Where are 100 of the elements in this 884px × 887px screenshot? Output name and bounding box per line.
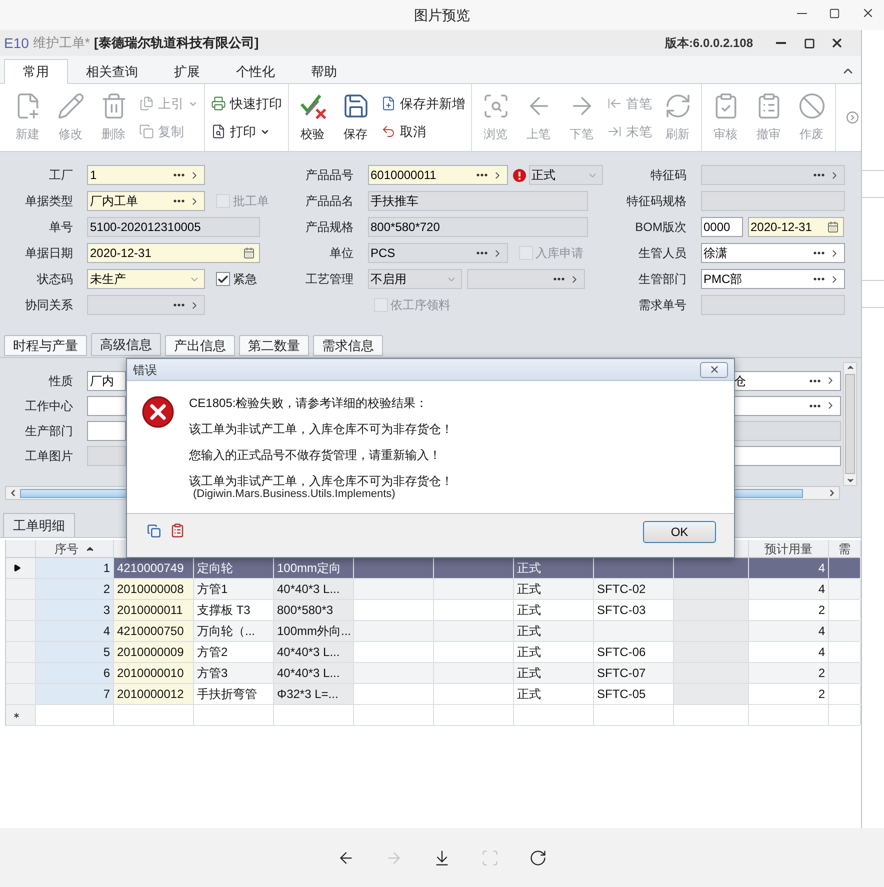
table-cell-text: 40*40*3 L... <box>277 665 340 682</box>
checkbox[interactable] <box>216 272 230 286</box>
lookup-field[interactable]: 徐潇 <box>700 243 844 263</box>
table-row[interactable]: 3 2010000011 支撑板 T3 800*580*3 正式 SFTC-03 2 <box>6 600 860 621</box>
grid-tab[interactable]: 工单明细 <box>3 513 75 537</box>
ok-button[interactable]: OK <box>643 520 716 542</box>
scroll-right-icon[interactable] <box>846 111 859 124</box>
table-cell-text: 4 <box>818 644 825 661</box>
table-cell-text: 7 <box>103 686 110 703</box>
table-cell-text: 3 <box>103 602 110 619</box>
scroll-up-icon[interactable] <box>846 363 854 372</box>
ribbon-tab[interactable]: 个性化 <box>218 59 293 84</box>
file-plus-icon <box>381 96 396 111</box>
lookup-field[interactable]: 厂内工单 <box>87 191 205 211</box>
lookup-field[interactable]: 1 <box>87 165 205 185</box>
error-summary: CE1805:检验失败，请参考详细的校验结果： <box>189 395 429 412</box>
column-header[interactable]: 预计用量 <box>749 540 829 557</box>
toolbar-button[interactable]: 取消 <box>381 122 465 142</box>
date-field[interactable]: 2020-12-31 <box>87 243 260 263</box>
ribbon-tab[interactable]: 常用 <box>4 59 68 84</box>
text-field[interactable]: 厂内 <box>87 370 126 390</box>
table-cell-text: SFTC-03 <box>597 602 646 619</box>
error-icon <box>142 396 174 428</box>
check-cross-icon <box>298 92 326 120</box>
field-value: 手扶推车 <box>370 193 420 210</box>
scroll-down-icon[interactable] <box>846 476 854 485</box>
toolbar-button[interactable]: 快速打印 <box>211 94 282 114</box>
table-cell-text: 6 <box>103 665 110 682</box>
date-field[interactable]: 2020-12-31 <box>748 217 844 237</box>
close-icon <box>830 36 844 50</box>
table-cell-text: 正式 <box>517 686 541 703</box>
field-label: 协同关系 <box>25 297 73 314</box>
sub-tab[interactable]: 产出信息 <box>165 335 235 356</box>
field-value: 未生产 <box>90 271 127 288</box>
table-cell-text: Φ32*3 L=... <box>277 686 338 703</box>
field-value: 0000 <box>704 219 732 236</box>
toolbar-button[interactable]: 校验 <box>291 84 334 151</box>
toolbar-button[interactable]: 保存并新增 <box>381 94 465 114</box>
text-field[interactable]: 0000 <box>700 217 742 237</box>
checkbox-label: 批工单 <box>233 193 269 210</box>
table-cell-text: 1 <box>103 560 110 577</box>
table-cell-text: 定向轮 <box>197 560 233 577</box>
ellipsis-icon[interactable] <box>173 199 185 203</box>
text-field[interactable] <box>87 420 126 440</box>
text-field[interactable] <box>87 396 126 416</box>
field-label: 单据类型 <box>25 193 73 210</box>
field-label: 单位 <box>330 245 354 262</box>
save-icon <box>342 92 370 120</box>
table-cell-text: 4 <box>818 581 825 598</box>
ellipsis-icon[interactable] <box>809 404 821 408</box>
table-row[interactable]: 1 4210000749 定向轮 100mm定向 正式 4 <box>6 558 860 579</box>
copy-icon[interactable] <box>147 524 161 538</box>
ellipsis-icon[interactable] <box>809 378 821 382</box>
company-name: [泰德瑞尔轨道科技有限公司] <box>94 34 259 52</box>
sub-tab[interactable]: 第二数量 <box>239 335 309 356</box>
table-cell-text: 4210000750 <box>117 623 184 640</box>
close-button[interactable] <box>700 362 728 378</box>
sub-tab[interactable]: 时程与产量 <box>4 335 87 356</box>
download-icon <box>433 848 451 866</box>
minimize-icon <box>796 12 806 14</box>
table-row[interactable]: 4 4210000750 万向轮（... 100mm外向... 正式 4 <box>6 621 860 642</box>
ellipsis-icon[interactable] <box>173 173 185 177</box>
ellipsis-icon[interactable] <box>812 277 824 281</box>
table-cell-text: 正式 <box>517 581 541 598</box>
field-label: 特征码规格 <box>626 193 686 210</box>
checkbox-label: 入库申请 <box>536 245 584 262</box>
table-row[interactable]: 2 2010000008 方管1 40*40*3 L... 正式 SFTC-02 4 <box>6 579 860 600</box>
table-cell-text: 4 <box>818 560 825 577</box>
vertical-scrollbar[interactable] <box>843 362 857 486</box>
app-logo: E10 <box>4 34 29 52</box>
sub-tab[interactable]: 需求信息 <box>313 335 383 356</box>
table-row[interactable]: 5 2010000009 方管2 40*40*3 L... 正式 SFTC-06 4 <box>6 642 860 663</box>
field-label: BOM版次 <box>635 219 686 236</box>
scroll-left-icon[interactable] <box>8 488 18 498</box>
calendar-icon[interactable] <box>243 247 255 259</box>
ribbon-tab[interactable]: 相关查询 <box>68 59 156 84</box>
clipboard-icon[interactable] <box>170 523 185 538</box>
calendar-icon[interactable] <box>826 221 838 233</box>
scroll-right-icon[interactable] <box>827 488 837 498</box>
field-label: 单据日期 <box>25 245 73 262</box>
sub-tab[interactable]: 高级信息 <box>91 333 161 356</box>
table-cell-text: 2010000012 <box>117 686 184 703</box>
table-cell-text: 2010000009 <box>117 644 184 661</box>
toolbar-button[interactable]: 保存 <box>334 84 377 151</box>
table-row[interactable]: 6 2010000010 方管3 40*40*3 L... 正式 SFTC-07 2 <box>6 663 860 684</box>
field-label: 需求单号 <box>638 297 686 314</box>
column-header[interactable]: 序号 <box>36 540 114 557</box>
lookup-field[interactable]: PMC部 <box>700 269 844 289</box>
column-header[interactable]: 需 <box>829 540 861 557</box>
ellipsis-icon[interactable] <box>812 251 824 255</box>
ribbon-tab[interactable]: 扩展 <box>156 59 218 84</box>
field-label: 生管人员 <box>638 245 686 262</box>
dropdown-field[interactable]: 未生产 <box>87 269 205 289</box>
lookup-field[interactable]: 6010000011 <box>368 165 508 185</box>
ribbon-tab[interactable]: 帮助 <box>293 59 355 84</box>
rotate-icon <box>529 848 547 866</box>
table-row[interactable]: 7 2010000012 手扶折弯管 Φ32*3 L=... 正式 SFTC-05 2 <box>6 684 860 705</box>
ellipsis-icon[interactable] <box>476 173 488 177</box>
toolbar-button[interactable]: 打印 <box>211 122 282 142</box>
window-title: 图片预览 <box>414 6 470 24</box>
